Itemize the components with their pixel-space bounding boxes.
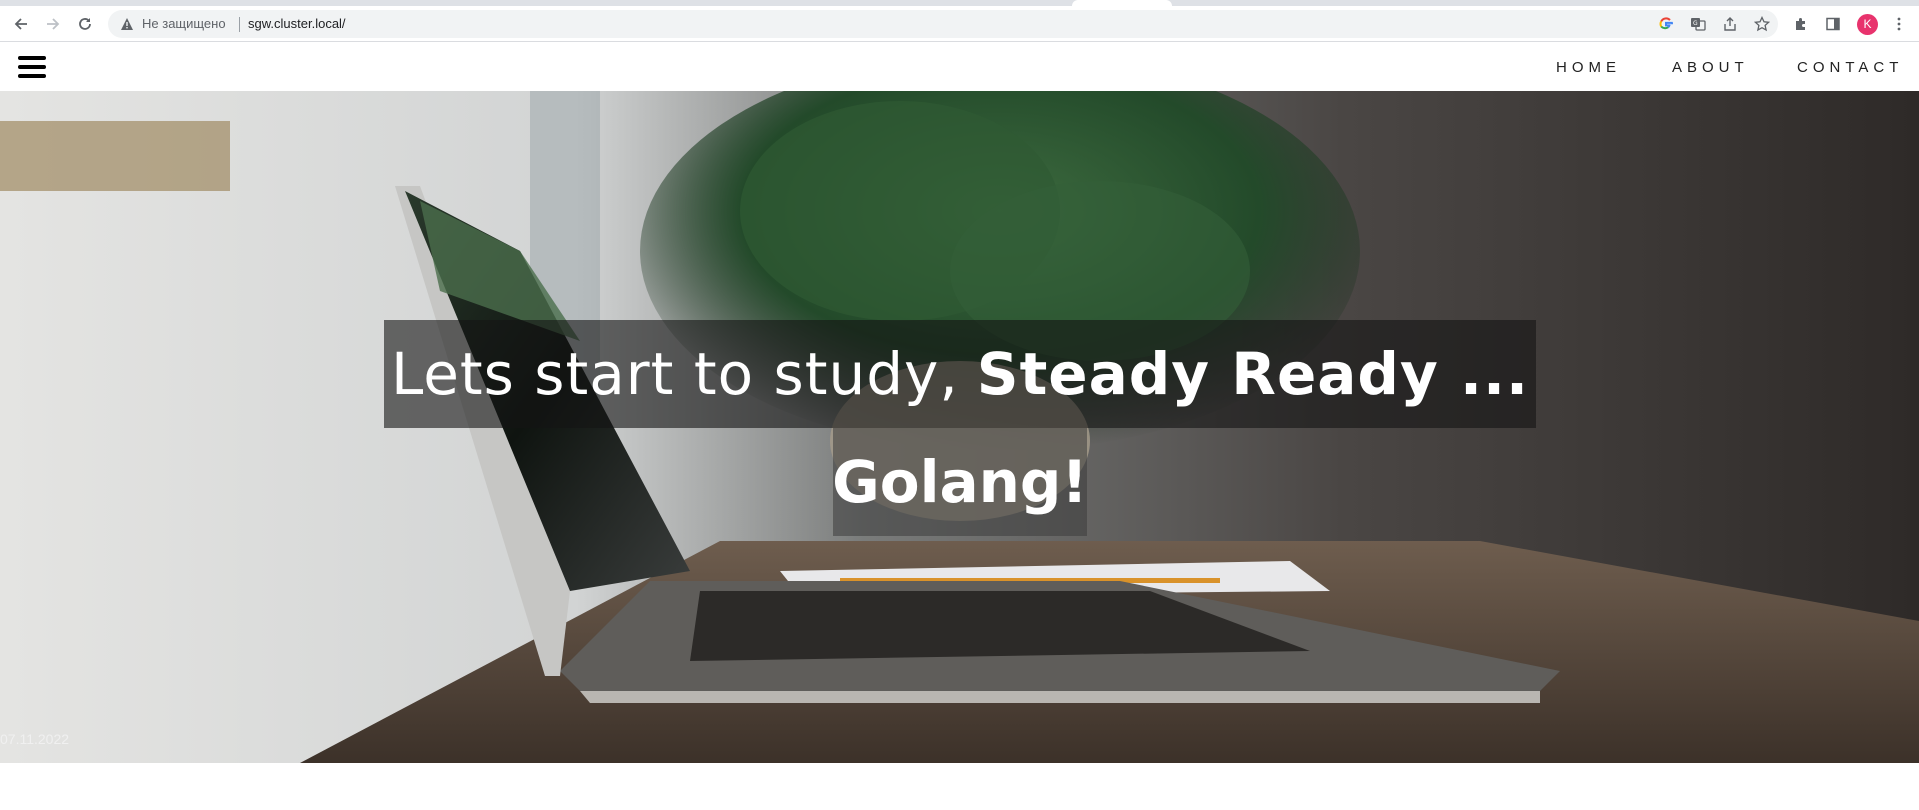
side-panel-icon[interactable] xyxy=(1825,16,1841,32)
reload-icon[interactable] xyxy=(74,13,96,35)
address-bar[interactable]: Не защищено sgw.cluster.local/ G xyxy=(108,10,1778,38)
star-icon[interactable] xyxy=(1753,15,1771,32)
browser-toolbar: Не защищено sgw.cluster.local/ G K xyxy=(0,6,1919,42)
nav-home[interactable]: HOME xyxy=(1556,59,1621,76)
hero-heading-line2: Golang! xyxy=(832,428,1088,536)
security-label[interactable]: Не защищено xyxy=(142,17,226,31)
hero-section: Lets start to study, Steady Ready ... Go… xyxy=(0,91,1919,763)
svg-text:G: G xyxy=(1693,20,1698,27)
url-text[interactable]: sgw.cluster.local/ xyxy=(248,17,346,31)
site-header: HOME ABOUT CONTACT xyxy=(0,43,1919,91)
address-separator xyxy=(239,17,240,32)
forward-icon[interactable] xyxy=(42,13,64,35)
hero-heading-regular: Lets start to study, xyxy=(390,340,959,408)
translate-icon[interactable]: G xyxy=(1690,16,1706,32)
extensions-icon[interactable] xyxy=(1793,16,1809,32)
profile-avatar[interactable]: K xyxy=(1857,14,1878,35)
share-icon[interactable] xyxy=(1722,16,1738,32)
hero-heading-line1: Lets start to study, Steady Ready ... xyxy=(384,320,1536,428)
hero-date: 07.11.2022 xyxy=(0,731,70,747)
hero-heading-bold: Steady Ready ... xyxy=(976,340,1530,408)
google-icon[interactable] xyxy=(1658,16,1674,32)
menu-icon[interactable] xyxy=(1891,16,1907,32)
hamburger-menu-icon[interactable] xyxy=(18,56,46,78)
nav-about[interactable]: ABOUT xyxy=(1672,59,1749,76)
warning-icon[interactable] xyxy=(120,17,134,31)
back-icon[interactable] xyxy=(10,13,32,35)
nav-contact[interactable]: CONTACT xyxy=(1797,59,1903,76)
